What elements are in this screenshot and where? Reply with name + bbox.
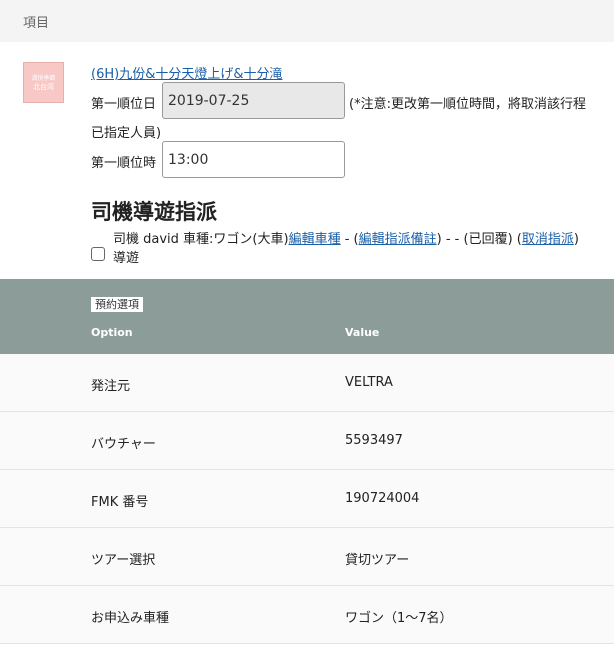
items-header: 項目 — [0, 0, 614, 42]
option-cell: FMK 番号 — [91, 495, 149, 510]
option-cell: 発注元 — [91, 379, 131, 394]
option-cell: ツアー選択 — [91, 553, 156, 568]
date-label: 第一順位日 — [91, 97, 157, 112]
thumbnail-text-2: 北台湾 — [33, 82, 54, 91]
options-header: 預約選項 Option Value — [0, 279, 614, 354]
assignment-heading: 司機導遊指派 — [91, 200, 217, 224]
table-row: お申込み車種 ワゴン（1〜7名） — [0, 586, 614, 644]
separator-1: - ( — [340, 232, 359, 247]
cancel-assignment-link[interactable]: 取消指派 — [522, 232, 574, 247]
edit-vehicle-link[interactable]: 編輯車種 — [289, 232, 341, 247]
driver-info: 司機 david 車種:ワゴン(大車) — [113, 232, 289, 247]
change-note-line-1: (*注意:更改第一順位時間，將取消該行程 — [349, 97, 586, 112]
table-row: バウチャー 5593497 — [0, 412, 614, 470]
booking-options-badge: 預約選項 — [91, 297, 143, 312]
date-input[interactable]: 2019-07-25 — [162, 82, 345, 119]
time-input[interactable]: 13:00 — [162, 141, 345, 178]
change-note-line-2: 已指定人員) — [91, 126, 162, 141]
assignment-line: 司機 david 車種:ワゴン(大車)編輯車種 - (編輯指派備註) - - (… — [113, 228, 579, 247]
time-label: 第一順位時 — [91, 156, 157, 171]
guide-checkbox-label: 導遊 — [113, 251, 140, 266]
table-row: FMK 番号 190724004 — [0, 470, 614, 528]
table-row: 発注元 VELTRA — [0, 354, 614, 412]
value-cell: VELTRA — [345, 375, 393, 390]
header-title: 項目 — [23, 15, 50, 31]
value-column-header: Value — [345, 326, 380, 339]
value-cell: 190724004 — [345, 491, 420, 506]
guide-checkbox[interactable] — [91, 247, 105, 261]
product-section: 満悦季節 北台湾 (6H)九份&十分天燈上げ&十分滝 第一順位日 2019-07… — [0, 42, 614, 279]
product-thumbnail: 満悦季節 北台湾 — [23, 62, 64, 103]
date-value: 2019-07-25 — [168, 92, 250, 109]
time-value: 13:00 — [168, 151, 209, 168]
edit-note-link[interactable]: 編輯指派備註 — [359, 232, 437, 247]
thumbnail-text-1: 満悦季節 — [31, 74, 56, 82]
value-cell: 5593497 — [345, 433, 403, 448]
reply-status: ) - - (已回覆) ( — [436, 232, 522, 247]
value-cell: 貸切ツアー — [345, 553, 410, 568]
separator-3: ) — [573, 232, 579, 247]
value-cell: ワゴン（1〜7名） — [345, 611, 453, 626]
option-cell: バウチャー — [91, 437, 156, 452]
table-row: ツアー選択 貸切ツアー — [0, 528, 614, 586]
option-column-header: Option — [91, 326, 133, 339]
option-cell: お申込み車種 — [91, 611, 170, 626]
product-title-link[interactable]: (6H)九份&十分天燈上げ&十分滝 — [91, 63, 282, 82]
